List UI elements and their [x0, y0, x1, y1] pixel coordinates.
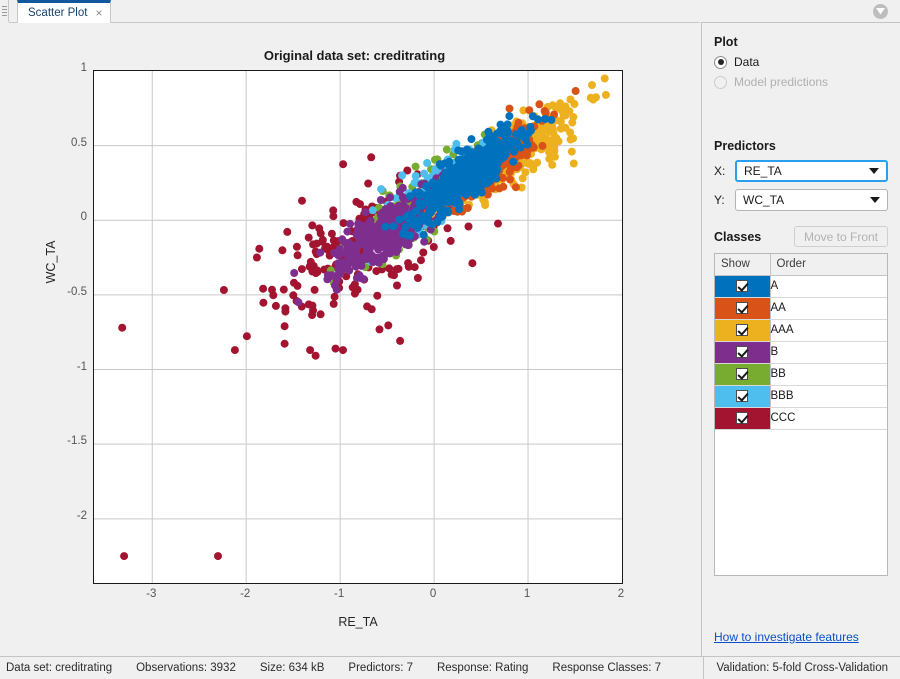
table-row[interactable]: AA	[715, 297, 887, 319]
plot-controls-panel: Plot Data Model predictions Predictors X…	[701, 22, 900, 656]
radio-option-data[interactable]: Data	[714, 55, 888, 69]
radio-data-indicator[interactable]	[714, 56, 727, 69]
class-name-cell: A	[770, 275, 887, 297]
y-tick-label: 0.5	[41, 137, 87, 149]
x-axis-label: RE_TA	[93, 615, 623, 629]
classes-table: Show Order AAAAAABBBBBBCCC	[715, 254, 887, 430]
scatter-plot-window: Scatter Plot × Original data set: credit…	[0, 0, 900, 679]
column-header-order: Order	[770, 254, 887, 275]
class-color-swatch	[715, 407, 770, 429]
class-name-cell: AA	[770, 297, 887, 319]
class-color-swatch	[715, 341, 770, 363]
how-to-investigate-features-link[interactable]: How to investigate features	[714, 630, 859, 644]
predictor-y-select[interactable]: WC_TA	[735, 189, 888, 211]
class-color-swatch	[715, 297, 770, 319]
chevron-down-icon	[870, 197, 880, 203]
predictor-y-key: Y:	[714, 193, 729, 207]
x-tick-label: -2	[225, 588, 265, 600]
classes-section-title: Classes	[714, 230, 761, 244]
status-bar: Data set: creditrating Observations: 393…	[0, 656, 900, 679]
classes-table-header: Show Order	[715, 254, 887, 275]
table-row[interactable]: CCC	[715, 407, 887, 429]
table-row[interactable]: BBB	[715, 385, 887, 407]
class-name-cell: BBB	[770, 385, 887, 407]
tab-label: Scatter Plot	[28, 7, 87, 19]
y-tick-label: -2	[41, 510, 87, 522]
chevron-down-icon	[869, 168, 879, 174]
class-color-swatch	[715, 363, 770, 385]
x-tick-label: 0	[413, 588, 453, 600]
radio-model-indicator	[714, 76, 727, 89]
class-color-swatch	[715, 319, 770, 341]
predictor-x-select[interactable]: RE_TA	[735, 160, 888, 182]
status-observations: Observations: 3932	[124, 662, 248, 674]
table-row[interactable]: B	[715, 341, 887, 363]
status-validation: Validation: 5-fold Cross-Validation	[704, 662, 900, 674]
tab-bar: Scatter Plot ×	[9, 0, 700, 23]
class-show-checkbox[interactable]	[736, 368, 748, 380]
class-show-checkbox[interactable]	[736, 302, 748, 314]
scatter-canvas	[94, 71, 622, 583]
plot-section-title: Plot	[714, 35, 888, 49]
x-tick-label: 1	[507, 588, 547, 600]
class-show-checkbox[interactable]	[736, 280, 748, 292]
x-tick-label: -3	[131, 588, 171, 600]
class-show-checkbox[interactable]	[736, 412, 748, 424]
y-tick-label: -1.5	[41, 435, 87, 447]
radio-data-label: Data	[734, 55, 759, 69]
table-row[interactable]: A	[715, 275, 887, 297]
class-name-cell: AAA	[770, 319, 887, 341]
class-color-swatch	[715, 385, 770, 407]
status-size: Size: 634 kB	[248, 662, 337, 674]
scatter-axes[interactable]	[93, 70, 623, 584]
class-show-checkbox[interactable]	[736, 324, 748, 336]
predictor-y-row: Y: WC_TA	[714, 189, 888, 211]
predictor-x-key: X:	[714, 164, 729, 178]
classes-table-wrapper: Show Order AAAAAABBBBBBCCC	[714, 253, 888, 576]
plot-title: Original data set: creditrating	[9, 48, 700, 63]
status-response: Response: Rating	[425, 662, 540, 674]
x-tick-label: 2	[601, 588, 641, 600]
column-header-show: Show	[715, 254, 770, 275]
x-tick-label: -1	[319, 588, 359, 600]
radio-model-label: Model predictions	[734, 75, 828, 89]
predictor-x-value: RE_TA	[744, 164, 782, 178]
predictor-x-row: X: RE_TA	[714, 160, 888, 182]
predictors-section-title: Predictors	[714, 139, 888, 153]
y-tick-label: 1	[41, 62, 87, 74]
predictor-y-value: WC_TA	[743, 193, 784, 207]
class-name-cell: CCC	[770, 407, 887, 429]
status-response-classes: Response Classes: 7	[540, 662, 673, 674]
chevron-down-icon[interactable]	[873, 4, 888, 19]
panel-drag-handle[interactable]	[0, 0, 9, 22]
y-tick-label: 0	[41, 211, 87, 223]
table-row[interactable]: AAA	[715, 319, 887, 341]
classes-header-row: Classes Move to Front	[714, 226, 888, 247]
move-to-front-button: Move to Front	[794, 226, 888, 247]
table-row[interactable]: BB	[715, 363, 887, 385]
status-predictors: Predictors: 7	[336, 662, 425, 674]
radio-option-model-predictions: Model predictions	[714, 75, 888, 89]
class-show-checkbox[interactable]	[736, 390, 748, 402]
status-dataset: Data set: creditrating	[0, 662, 124, 674]
close-icon[interactable]: ×	[95, 7, 102, 19]
y-tick-label: -0.5	[41, 286, 87, 298]
plot-pane: Original data set: creditrating WC_TA RE…	[9, 23, 700, 656]
class-name-cell: BB	[770, 363, 887, 385]
class-color-swatch	[715, 275, 770, 297]
class-name-cell: B	[770, 341, 887, 363]
tab-scatter-plot[interactable]: Scatter Plot ×	[17, 0, 111, 23]
class-show-checkbox[interactable]	[736, 346, 748, 358]
y-tick-label: -1	[41, 361, 87, 373]
